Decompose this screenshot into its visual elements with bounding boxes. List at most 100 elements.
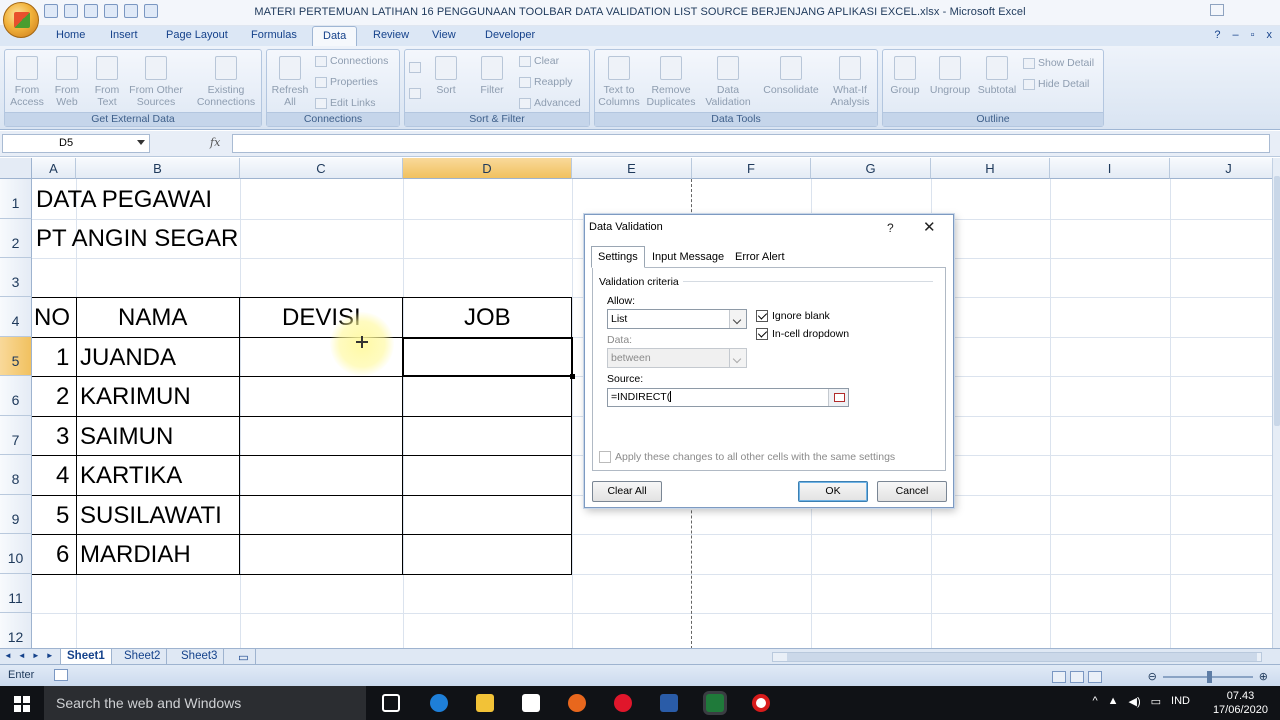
sheet-tab-sheet3[interactable]: Sheet3 [175,649,225,665]
column-header-g[interactable]: G [811,158,931,179]
firefox-icon[interactable] [568,694,586,712]
apply-all-checkbox[interactable]: Apply these changes to all other cells w… [599,451,895,463]
close-workbook-icon[interactable]: x [1267,29,1273,41]
refresh-all-button[interactable]: Refresh All [269,54,311,108]
advanced-filter-button[interactable]: Advanced [519,97,581,109]
minimize-icon[interactable]: – [1232,29,1238,41]
keyboard-language[interactable]: IND [1171,695,1190,708]
tab-error-alert[interactable]: Error Alert [729,249,791,265]
dialog-close-icon[interactable]: ✕ [923,218,936,236]
volume-icon[interactable]: ◀) [1129,695,1141,708]
row-header-3[interactable]: 3 [0,258,32,297]
edge-browser-icon[interactable] [430,694,448,712]
active-cell-d5[interactable] [402,337,573,377]
page-break-view-icon[interactable] [1087,670,1102,683]
what-if-analysis-button[interactable]: What-If Analysis [825,54,875,108]
vertical-scrollbar[interactable] [1272,158,1280,648]
reapply-button[interactable]: Reapply [519,76,573,88]
column-header-d[interactable]: D [403,158,572,179]
source-input[interactable]: =INDIRECT( [607,388,849,407]
normal-view-icon[interactable] [1051,670,1066,683]
checkbox-checked-icon[interactable] [756,310,768,322]
range-picker-icon[interactable] [828,389,848,406]
select-all-corner[interactable] [0,158,32,179]
column-header-e[interactable]: E [572,158,692,179]
filter-button[interactable]: Filter [477,54,507,96]
clear-all-button[interactable]: Clear All [592,481,662,502]
data-validation-button[interactable]: Data Validation [699,54,757,108]
row-header-1[interactable]: 1 [0,179,32,219]
opera-icon[interactable] [614,694,632,712]
zoom-in-icon[interactable]: ⊕ [1259,670,1268,683]
store-icon[interactable] [522,694,540,712]
sort-a-z-button[interactable] [409,62,421,73]
from-text-button[interactable]: From Text [89,54,125,108]
macro-record-icon[interactable] [54,669,68,681]
clear-filter-button[interactable]: Clear [519,55,559,67]
checkbox-unchecked-icon[interactable] [599,451,611,463]
cancel-button[interactable]: Cancel [877,481,947,502]
network-icon[interactable]: ▲ [1108,695,1119,708]
tab-data[interactable]: Data [312,26,358,47]
battery-icon[interactable]: ▭ [1151,695,1161,708]
tab-formulas[interactable]: Formulas [251,29,297,41]
office-button[interactable] [3,2,39,38]
fill-handle[interactable] [570,374,575,379]
sort-z-a-button[interactable] [409,88,421,99]
subtotal-button[interactable]: Subtotal [975,54,1019,96]
from-other-sources-button[interactable]: From Other Sources [127,54,185,108]
tab-insert[interactable]: Insert [110,29,138,41]
from-web-button[interactable]: From Web [49,54,85,108]
file-explorer-icon[interactable] [476,694,494,712]
first-sheet-icon[interactable]: ◄ [4,651,12,660]
row-header-10[interactable]: 10 [0,534,32,574]
excel-icon[interactable] [706,694,724,712]
ok-button[interactable]: OK [798,481,868,502]
zoom-out-icon[interactable]: ⊖ [1148,670,1157,683]
chevron-down-icon[interactable] [137,140,145,145]
column-header-c[interactable]: C [240,158,403,179]
column-header-f[interactable]: F [692,158,811,179]
edit-links-button[interactable]: Edit Links [315,97,376,109]
row-header-8[interactable]: 8 [0,455,32,495]
zoom-slider-thumb[interactable] [1206,670,1212,683]
row-header-5[interactable]: 5 [0,337,32,376]
taskbar-clock[interactable]: 07.43 17/06/2020 [1213,689,1268,717]
screen-recorder-icon[interactable] [752,694,770,712]
remove-duplicates-button[interactable]: Remove Duplicates [645,54,697,108]
tab-input-message[interactable]: Input Message [646,249,730,265]
sheet-tab-sheet1[interactable]: Sheet1 [60,649,112,665]
restore-icon[interactable]: ▫ [1251,29,1255,41]
task-view-icon[interactable] [382,694,400,712]
restore-window-icon[interactable] [1210,4,1224,16]
scroll-thumb[interactable] [787,653,1257,661]
text-to-columns-button[interactable]: Text to Columns [597,54,641,108]
horizontal-scrollbar[interactable] [772,652,1262,662]
consolidate-button[interactable]: Consolidate [759,54,823,96]
tab-page-layout[interactable]: Page Layout [166,29,228,41]
tab-view[interactable]: View [432,29,456,41]
row-header-9[interactable]: 9 [0,495,32,534]
ungroup-button[interactable]: Ungroup [927,54,973,96]
chevron-down-icon[interactable] [729,349,746,367]
taskbar-search[interactable]: Search the web and Windows [44,686,366,720]
help-icon[interactable]: ? [1214,29,1220,41]
data-select[interactable]: between [607,348,747,368]
in-cell-dropdown-checkbox[interactable]: In-cell dropdown [756,328,849,340]
tab-settings[interactable]: Settings [591,246,645,268]
column-header-b[interactable]: B [76,158,240,179]
page-layout-view-icon[interactable] [1069,670,1084,683]
tab-review[interactable]: Review [373,29,409,41]
dialog-help-icon[interactable]: ? [887,221,894,235]
tab-developer[interactable]: Developer [485,29,535,41]
last-sheet-icon[interactable]: ► [46,651,54,660]
sort-button[interactable]: Sort [431,54,461,96]
from-access-button[interactable]: From Access [9,54,45,108]
column-header-h[interactable]: H [931,158,1050,179]
sheet-tab-sheet2[interactable]: Sheet2 [118,649,168,665]
group-button[interactable]: Group [885,54,925,96]
row-header-11[interactable]: 11 [0,574,32,613]
chevron-down-icon[interactable] [729,310,746,328]
insert-sheet-icon[interactable]: ▭ [232,649,256,665]
insert-function-icon[interactable]: fx [210,136,220,149]
